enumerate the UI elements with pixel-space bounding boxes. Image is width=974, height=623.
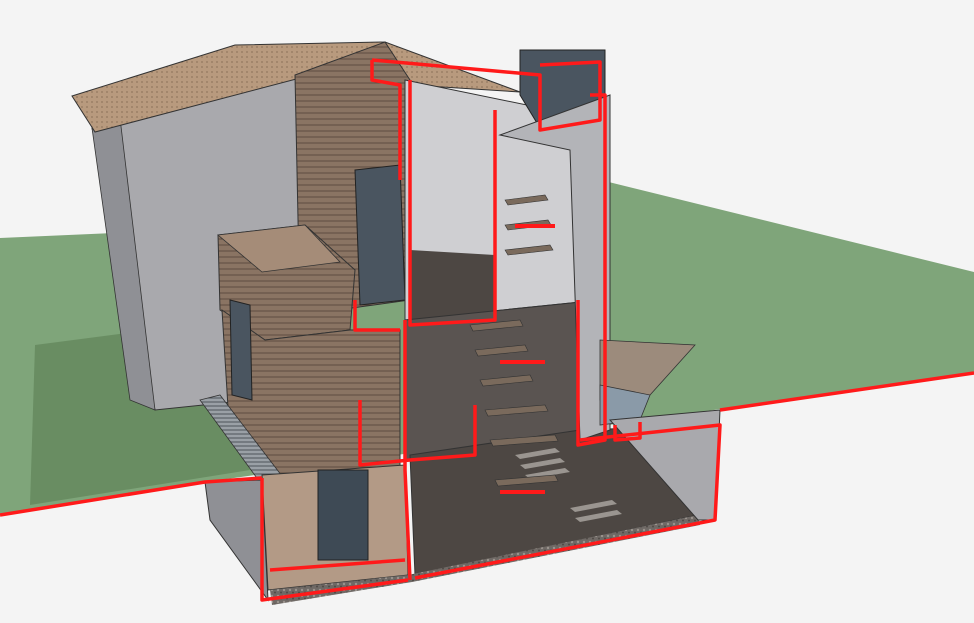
bay-window [354, 164, 406, 306]
house-section-scene [0, 41, 974, 605]
basement-wall-left [204, 479, 269, 602]
lower-window [229, 299, 253, 401]
basement-door [317, 469, 369, 561]
